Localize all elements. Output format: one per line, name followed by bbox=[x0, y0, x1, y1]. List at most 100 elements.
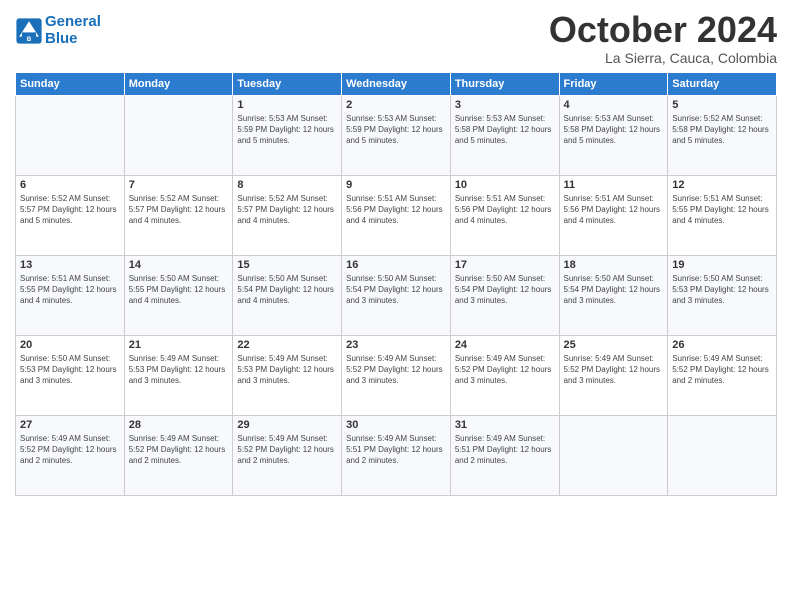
day-cell: 10 Sunrise: 5:51 AM Sunset: 5:56 PM Dayli… bbox=[450, 175, 559, 255]
day-number: 13 bbox=[20, 259, 120, 271]
week-row-5: 27 Sunrise: 5:49 AM Sunset: 5:52 PM Dayli… bbox=[16, 415, 777, 495]
day-cell: 11Sunrise: 5:51 AM Sunset: 5:56 PM Dayli… bbox=[559, 175, 668, 255]
day-info: Sunrise: 5:52 AM Sunset: 5:57 PM Dayligh… bbox=[237, 193, 337, 227]
header-row: SundayMondayTuesdayWednesdayThursdayFrid… bbox=[16, 72, 777, 95]
day-cell: 17 Sunrise: 5:50 AM Sunset: 5:54 PM Dayli… bbox=[450, 255, 559, 335]
header-area: B General Blue October 2024 La Sierra, C… bbox=[15, 10, 777, 66]
day-info: Sunrise: 5:49 AM Sunset: 5:52 PM Dayligh… bbox=[455, 353, 555, 387]
day-number: 26 bbox=[672, 339, 772, 351]
header-cell-sunday: Sunday bbox=[16, 72, 125, 95]
day-cell: 30 Sunrise: 5:49 AM Sunset: 5:51 PM Dayli… bbox=[342, 415, 451, 495]
day-number: 4 bbox=[564, 99, 664, 111]
header-cell-wednesday: Wednesday bbox=[342, 72, 451, 95]
day-number: 23 bbox=[346, 339, 446, 351]
day-info: Sunrise: 5:49 AM Sunset: 5:52 PM Dayligh… bbox=[129, 433, 229, 467]
day-info: Sunrise: 5:49 AM Sunset: 5:52 PM Dayligh… bbox=[564, 353, 664, 387]
day-cell: 1Sunrise: 5:53 AM Sunset: 5:59 PM Daylig… bbox=[233, 95, 342, 175]
day-cell: 5 Sunrise: 5:52 AM Sunset: 5:58 PM Daylig… bbox=[668, 95, 777, 175]
day-info: Sunrise: 5:49 AM Sunset: 5:52 PM Dayligh… bbox=[346, 353, 446, 387]
day-cell: 9Sunrise: 5:51 AM Sunset: 5:56 PM Daylig… bbox=[342, 175, 451, 255]
day-info: Sunrise: 5:52 AM Sunset: 5:57 PM Dayligh… bbox=[20, 193, 120, 227]
day-info: Sunrise: 5:51 AM Sunset: 5:56 PM Dayligh… bbox=[564, 193, 664, 227]
day-number: 16 bbox=[346, 259, 446, 271]
header-cell-monday: Monday bbox=[124, 72, 233, 95]
day-number: 21 bbox=[129, 339, 229, 351]
day-info: Sunrise: 5:50 AM Sunset: 5:53 PM Dayligh… bbox=[672, 273, 772, 307]
header-cell-saturday: Saturday bbox=[668, 72, 777, 95]
day-cell: 4 Sunrise: 5:53 AM Sunset: 5:58 PM Daylig… bbox=[559, 95, 668, 175]
logo-icon: B bbox=[15, 17, 43, 45]
day-cell: 16 Sunrise: 5:50 AM Sunset: 5:54 PM Dayli… bbox=[342, 255, 451, 335]
day-number: 3 bbox=[455, 99, 555, 111]
day-info: Sunrise: 5:50 AM Sunset: 5:54 PM Dayligh… bbox=[237, 273, 337, 307]
svg-text:B: B bbox=[27, 35, 32, 42]
day-cell: 2Sunrise: 5:53 AM Sunset: 5:59 PM Daylig… bbox=[342, 95, 451, 175]
day-info: Sunrise: 5:50 AM Sunset: 5:54 PM Dayligh… bbox=[455, 273, 555, 307]
day-cell: 26Sunrise: 5:49 AM Sunset: 5:52 PM Dayli… bbox=[668, 335, 777, 415]
day-cell: 3 Sunrise: 5:53 AM Sunset: 5:58 PM Daylig… bbox=[450, 95, 559, 175]
day-info: Sunrise: 5:49 AM Sunset: 5:53 PM Dayligh… bbox=[237, 353, 337, 387]
day-cell: 23 Sunrise: 5:49 AM Sunset: 5:52 PM Dayli… bbox=[342, 335, 451, 415]
day-number: 5 bbox=[672, 99, 772, 111]
day-number: 29 bbox=[237, 419, 337, 431]
day-cell bbox=[559, 415, 668, 495]
calendar-body: 1Sunrise: 5:53 AM Sunset: 5:59 PM Daylig… bbox=[16, 95, 777, 495]
day-info: Sunrise: 5:49 AM Sunset: 5:52 PM Dayligh… bbox=[237, 433, 337, 467]
week-row-3: 13Sunrise: 5:51 AM Sunset: 5:55 PM Dayli… bbox=[16, 255, 777, 335]
day-cell: 6Sunrise: 5:52 AM Sunset: 5:57 PM Daylig… bbox=[16, 175, 125, 255]
day-number: 24 bbox=[455, 339, 555, 351]
day-number: 28 bbox=[129, 419, 229, 431]
day-number: 27 bbox=[20, 419, 120, 431]
day-cell: 8 Sunrise: 5:52 AM Sunset: 5:57 PM Daylig… bbox=[233, 175, 342, 255]
day-cell: 27 Sunrise: 5:49 AM Sunset: 5:52 PM Dayli… bbox=[16, 415, 125, 495]
day-cell: 22 Sunrise: 5:49 AM Sunset: 5:53 PM Dayli… bbox=[233, 335, 342, 415]
header-cell-tuesday: Tuesday bbox=[233, 72, 342, 95]
day-info: Sunrise: 5:51 AM Sunset: 5:56 PM Dayligh… bbox=[346, 193, 446, 227]
day-number: 8 bbox=[237, 179, 337, 191]
day-number: 10 bbox=[455, 179, 555, 191]
day-number: 17 bbox=[455, 259, 555, 271]
day-number: 20 bbox=[20, 339, 120, 351]
day-cell: 20 Sunrise: 5:50 AM Sunset: 5:53 PM Dayli… bbox=[16, 335, 125, 415]
day-info: Sunrise: 5:53 AM Sunset: 5:58 PM Dayligh… bbox=[564, 113, 664, 147]
day-info: Sunrise: 5:53 AM Sunset: 5:59 PM Dayligh… bbox=[346, 113, 446, 147]
day-info: Sunrise: 5:52 AM Sunset: 5:58 PM Dayligh… bbox=[672, 113, 772, 147]
day-number: 31 bbox=[455, 419, 555, 431]
month-title: October 2024 bbox=[549, 10, 777, 50]
location: La Sierra, Cauca, Colombia bbox=[549, 50, 777, 66]
week-row-4: 20 Sunrise: 5:50 AM Sunset: 5:53 PM Dayli… bbox=[16, 335, 777, 415]
day-number: 14 bbox=[129, 259, 229, 271]
calendar-container: B General Blue October 2024 La Sierra, C… bbox=[0, 0, 792, 506]
day-cell: 24 Sunrise: 5:49 AM Sunset: 5:52 PM Dayli… bbox=[450, 335, 559, 415]
logo-text: General Blue bbox=[45, 14, 101, 47]
day-number: 7 bbox=[129, 179, 229, 191]
title-block: October 2024 La Sierra, Cauca, Colombia bbox=[549, 10, 777, 66]
day-info: Sunrise: 5:50 AM Sunset: 5:54 PM Dayligh… bbox=[564, 273, 664, 307]
calendar-header: SundayMondayTuesdayWednesdayThursdayFrid… bbox=[16, 72, 777, 95]
day-cell bbox=[124, 95, 233, 175]
header-cell-thursday: Thursday bbox=[450, 72, 559, 95]
day-info: Sunrise: 5:50 AM Sunset: 5:55 PM Dayligh… bbox=[129, 273, 229, 307]
day-number: 30 bbox=[346, 419, 446, 431]
day-info: Sunrise: 5:51 AM Sunset: 5:56 PM Dayligh… bbox=[455, 193, 555, 227]
day-info: Sunrise: 5:52 AM Sunset: 5:57 PM Dayligh… bbox=[129, 193, 229, 227]
day-cell: 12Sunrise: 5:51 AM Sunset: 5:55 PM Dayli… bbox=[668, 175, 777, 255]
day-cell: 31Sunrise: 5:49 AM Sunset: 5:51 PM Dayli… bbox=[450, 415, 559, 495]
header-cell-friday: Friday bbox=[559, 72, 668, 95]
day-cell: 29 Sunrise: 5:49 AM Sunset: 5:52 PM Dayli… bbox=[233, 415, 342, 495]
day-cell: 13Sunrise: 5:51 AM Sunset: 5:55 PM Dayli… bbox=[16, 255, 125, 335]
day-info: Sunrise: 5:53 AM Sunset: 5:59 PM Dayligh… bbox=[237, 113, 337, 147]
day-info: Sunrise: 5:50 AM Sunset: 5:53 PM Dayligh… bbox=[20, 353, 120, 387]
day-cell: 15Sunrise: 5:50 AM Sunset: 5:54 PM Dayli… bbox=[233, 255, 342, 335]
day-info: Sunrise: 5:50 AM Sunset: 5:54 PM Dayligh… bbox=[346, 273, 446, 307]
logo: B General Blue bbox=[15, 14, 101, 47]
day-number: 22 bbox=[237, 339, 337, 351]
day-cell: 14 Sunrise: 5:50 AM Sunset: 5:55 PM Dayli… bbox=[124, 255, 233, 335]
day-info: Sunrise: 5:49 AM Sunset: 5:52 PM Dayligh… bbox=[20, 433, 120, 467]
day-info: Sunrise: 5:53 AM Sunset: 5:58 PM Dayligh… bbox=[455, 113, 555, 147]
day-cell: 7 Sunrise: 5:52 AM Sunset: 5:57 PM Daylig… bbox=[124, 175, 233, 255]
calendar-table: SundayMondayTuesdayWednesdayThursdayFrid… bbox=[15, 72, 777, 496]
day-info: Sunrise: 5:49 AM Sunset: 5:53 PM Dayligh… bbox=[129, 353, 229, 387]
day-info: Sunrise: 5:49 AM Sunset: 5:51 PM Dayligh… bbox=[346, 433, 446, 467]
day-number: 25 bbox=[564, 339, 664, 351]
